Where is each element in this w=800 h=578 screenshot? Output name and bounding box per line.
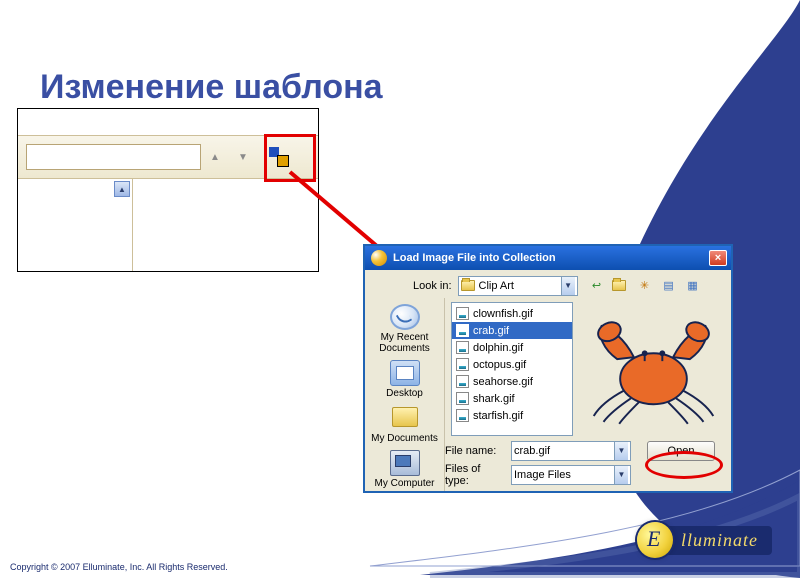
place-desktop[interactable]: Desktop xyxy=(369,358,441,401)
close-button[interactable]: × xyxy=(709,250,727,266)
dropdown-icon: ▼ xyxy=(561,277,575,295)
view-list-icon[interactable]: ▤ xyxy=(660,277,678,295)
file-row[interactable]: shark.gif xyxy=(452,390,572,407)
file-icon xyxy=(456,375,469,388)
place-mydocs[interactable]: My Documents xyxy=(369,403,441,446)
place-recent[interactable]: My Recent Documents xyxy=(369,302,441,356)
filetype-combo[interactable]: Image Files ▼ xyxy=(511,465,631,485)
logo-text: lluminate xyxy=(665,526,772,555)
toolbar-thumbnail-panel: ▲ xyxy=(18,179,133,271)
dialog-icon xyxy=(371,250,387,266)
file-row[interactable]: starfish.gif xyxy=(452,407,572,424)
file-icon xyxy=(456,358,469,371)
open-button[interactable]: Open xyxy=(647,441,715,461)
desktop-icon xyxy=(390,360,420,386)
file-row[interactable]: dolphin.gif xyxy=(452,339,572,356)
computer-icon xyxy=(390,450,420,476)
dropdown-icon: ▼ xyxy=(614,442,628,460)
logo-bulb-icon xyxy=(637,522,673,558)
elluminate-logo: lluminate xyxy=(637,522,772,558)
filetype-label: Files of type: xyxy=(445,463,505,487)
highlight-box xyxy=(264,134,316,182)
file-icon xyxy=(456,307,469,320)
lookin-value: Clip Art xyxy=(479,280,514,292)
dialog-title: Load Image File into Collection xyxy=(393,252,709,264)
file-row[interactable]: seahorse.gif xyxy=(452,373,572,390)
file-list[interactable]: clownfish.gif crab.gif dolphin.gif octop… xyxy=(451,302,573,436)
file-icon xyxy=(456,341,469,354)
file-row[interactable]: octopus.gif xyxy=(452,356,572,373)
filename-input[interactable]: crab.gif ▼ xyxy=(511,441,631,461)
back-icon[interactable]: ↩ xyxy=(588,277,606,295)
file-row[interactable]: clownfish.gif xyxy=(452,305,572,322)
filename-label: File name: xyxy=(445,445,505,457)
copyright-text: Copyright © 2007 Elluminate, Inc. All Ri… xyxy=(10,562,228,572)
toolbar-up-icon[interactable]: ▲ xyxy=(205,152,225,163)
lookin-label: Look in: xyxy=(413,280,452,292)
lookin-combo[interactable]: Clip Art ▼ xyxy=(458,276,578,296)
image-preview xyxy=(580,298,727,436)
place-mycomp[interactable]: My Computer xyxy=(369,448,441,491)
file-icon xyxy=(456,392,469,405)
slide-title: Изменение шаблона xyxy=(40,68,383,107)
file-row[interactable]: crab.gif xyxy=(452,322,572,339)
places-bar: My Recent Documents Desktop My Documents… xyxy=(365,298,445,491)
toolbar-textbox[interactable] xyxy=(26,144,201,170)
file-icon xyxy=(456,324,469,337)
up-folder-icon[interactable] xyxy=(612,277,630,295)
view-details-icon[interactable]: ▦ xyxy=(684,277,702,295)
file-icon xyxy=(456,409,469,422)
mydocs-icon xyxy=(390,405,420,431)
new-folder-icon[interactable]: ✳ xyxy=(636,277,654,295)
toolbar-canvas xyxy=(133,179,318,271)
recent-icon xyxy=(390,304,420,330)
toolbar-screenshot: ▲ ▼ ▲ xyxy=(17,108,319,272)
file-dialog: Load Image File into Collection × Look i… xyxy=(363,244,733,493)
scroll-up-icon[interactable]: ▲ xyxy=(114,181,130,197)
dialog-titlebar: Load Image File into Collection × xyxy=(365,246,731,270)
toolbar-down-icon[interactable]: ▼ xyxy=(233,152,253,163)
folder-icon xyxy=(461,280,475,291)
dropdown-icon: ▼ xyxy=(614,466,628,484)
